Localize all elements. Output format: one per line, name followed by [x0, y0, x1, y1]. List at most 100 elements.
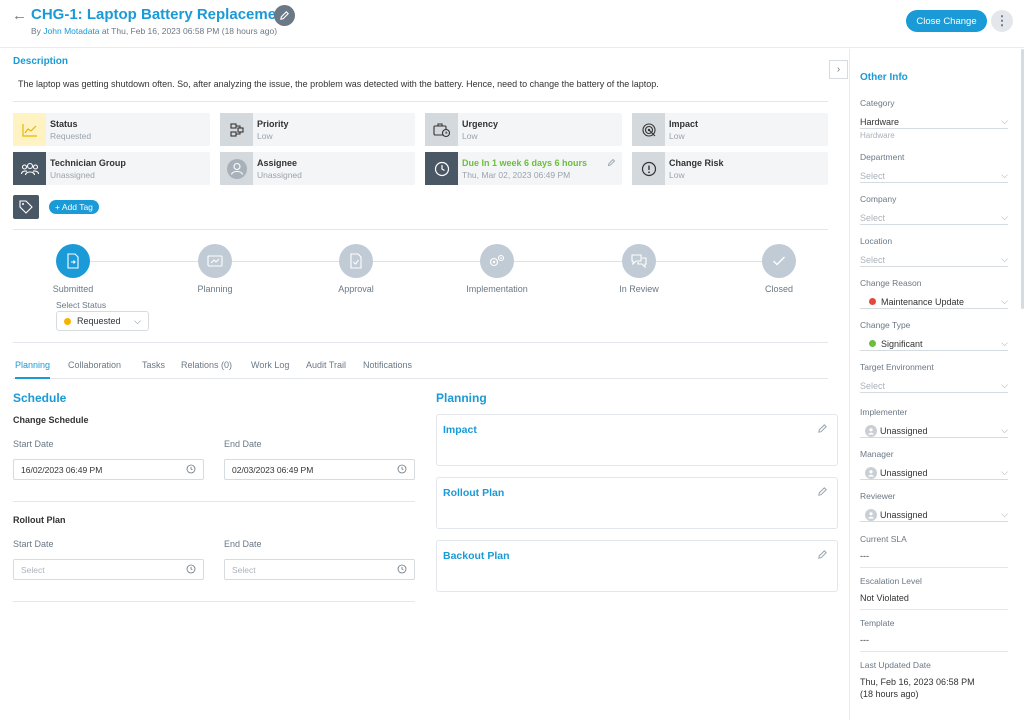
status-card[interactable]: Status Requested — [13, 113, 210, 146]
card-title: Priority — [257, 119, 289, 129]
page-title: CHG-1: Laptop Battery Replacement — [31, 6, 291, 23]
tab-bar: Planning Collaboration Tasks Relations (… — [13, 358, 828, 379]
reviewer-field[interactable]: Reviewer Unassigned ⌵ — [860, 491, 1008, 522]
edit-pencil-icon[interactable] — [817, 423, 828, 434]
card-title: Technician Group — [50, 158, 126, 168]
stage-label: Approval — [338, 284, 374, 294]
tab-planning[interactable]: Planning — [15, 360, 51, 379]
category-path: Hardware — [860, 131, 895, 140]
stage-in-review[interactable]: In Review — [589, 244, 689, 294]
change-start-date-input[interactable]: 16/02/2023 06:49 PM — [13, 459, 204, 480]
stage-closed[interactable]: Closed — [729, 244, 829, 294]
add-tag-button[interactable]: + Add Tag — [49, 200, 99, 214]
card-title: Assignee — [257, 158, 298, 168]
due-date-card[interactable]: Due In 1 week 6 days 6 hours Thu, Mar 02… — [425, 152, 622, 185]
back-arrow-icon[interactable]: ← — [12, 7, 27, 24]
change-reason-select[interactable]: Maintenance Update ⌵ — [860, 295, 1008, 309]
urgency-card[interactable]: Urgency Low — [425, 113, 622, 146]
group-users-icon — [13, 152, 46, 185]
field-label: Reviewer — [860, 491, 896, 501]
department-select[interactable]: Select ⌵ — [860, 169, 1008, 183]
stage-implementation[interactable]: Implementation — [447, 244, 547, 294]
tab-audit-trail[interactable]: Audit Trail — [306, 360, 346, 379]
stage-label: Closed — [764, 284, 793, 294]
change-schedule-heading: Change Schedule — [13, 415, 89, 425]
start-date-label: Start Date — [13, 439, 54, 449]
type-color-dot — [869, 340, 876, 347]
start-date-label: Start Date — [13, 539, 54, 549]
input-placeholder: Select — [21, 564, 45, 575]
stage-label: Implementation — [466, 284, 528, 294]
location-select[interactable]: Select ⌵ — [860, 253, 1008, 267]
edit-title-button[interactable] — [274, 5, 295, 26]
stage-approval[interactable]: Approval — [306, 244, 406, 294]
status-dot — [64, 317, 71, 325]
tab-notifications[interactable]: Notifications — [363, 360, 412, 379]
change-type-select[interactable]: Significant ⌵ — [860, 337, 1008, 351]
change-risk-card[interactable]: Change Risk Low — [632, 152, 828, 185]
implementer-field[interactable]: Implementer Unassigned ⌵ — [860, 407, 1008, 438]
implementer-select[interactable]: Unassigned ⌵ — [860, 424, 1008, 438]
field-placeholder: Select — [860, 254, 886, 265]
collapse-sidebar-button[interactable]: › — [829, 60, 848, 79]
rollout-start-date-input[interactable]: Select — [13, 559, 204, 580]
priority-icon — [220, 113, 253, 146]
stage-submitted[interactable]: Submitted — [23, 244, 123, 294]
other-info-title: Other Info — [860, 72, 908, 83]
checkmark-icon — [762, 244, 796, 278]
chevron-right-icon: › — [836, 64, 841, 75]
category-field[interactable]: Category Hardware ⌵ Hardware — [860, 98, 1008, 140]
edit-due-pencil-icon[interactable] — [607, 158, 616, 167]
reviewer-select[interactable]: Unassigned ⌵ — [860, 508, 1008, 522]
field-label: Template — [860, 618, 895, 628]
company-select[interactable]: Select ⌵ — [860, 211, 1008, 225]
field-label: Location — [860, 236, 893, 246]
field-label: Current SLA — [860, 534, 907, 544]
chevron-down-icon: ⌵ — [1001, 254, 1008, 264]
edit-pencil-icon[interactable] — [817, 549, 828, 560]
chevron-down-icon: ⌵ — [1001, 338, 1008, 348]
chevron-down-icon: ⌵ — [1001, 170, 1008, 180]
backout-plan-box: Backout Plan — [436, 540, 838, 592]
author-link[interactable]: John Motadata — [43, 26, 99, 36]
avatar-icon — [865, 424, 877, 437]
manager-select[interactable]: Unassigned ⌵ — [860, 466, 1008, 480]
change-type-field[interactable]: Change Type Significant ⌵ — [860, 320, 1008, 351]
tab-tasks[interactable]: Tasks — [142, 360, 165, 379]
clock-icon — [186, 464, 196, 474]
department-field[interactable]: Department Select ⌵ — [860, 152, 1008, 183]
impact-target-icon — [632, 113, 665, 146]
plan-title: Backout Plan — [443, 550, 510, 562]
close-change-button[interactable]: Close Change — [906, 10, 987, 32]
status-select[interactable]: Requested ⌵ — [56, 311, 149, 331]
manager-field[interactable]: Manager Unassigned ⌵ — [860, 449, 1008, 480]
assignee-card[interactable]: Assignee Unassigned — [220, 152, 415, 185]
more-options-button[interactable]: ⋮ — [991, 10, 1013, 32]
location-field[interactable]: Location Select ⌵ — [860, 236, 1008, 267]
technician-group-card[interactable]: Technician Group Unassigned — [13, 152, 210, 185]
field-placeholder: Select — [860, 170, 886, 181]
change-end-date-input[interactable]: 02/03/2023 06:49 PM — [224, 459, 415, 480]
edit-pencil-icon[interactable] — [817, 486, 828, 497]
priority-card[interactable]: Priority Low — [220, 113, 415, 146]
tab-collaboration[interactable]: Collaboration — [68, 360, 121, 379]
change-reason-field[interactable]: Change Reason Maintenance Update ⌵ — [860, 278, 1008, 309]
planning-ticket-icon — [198, 244, 232, 278]
target-environment-select[interactable]: Select ⌵ — [860, 379, 1008, 393]
submit-document-icon — [56, 244, 90, 278]
tab-work-log[interactable]: Work Log — [251, 360, 289, 379]
tab-relations[interactable]: Relations (0) — [181, 360, 232, 379]
category-select[interactable]: Hardware ⌵ — [860, 115, 1008, 129]
chevron-down-icon: ⌵ — [134, 316, 141, 326]
stage-planning[interactable]: Planning — [165, 244, 265, 294]
impact-card[interactable]: Impact Low — [632, 113, 828, 146]
target-environment-field[interactable]: Target Environment Select ⌵ — [860, 362, 1008, 393]
card-value: Low — [257, 131, 273, 141]
chevron-down-icon: ⌵ — [1001, 212, 1008, 222]
rollout-end-date-input[interactable]: Select — [224, 559, 415, 580]
chat-bubbles-icon — [622, 244, 656, 278]
input-value: 16/02/2023 06:49 PM — [21, 464, 103, 475]
schedule-heading: Schedule — [13, 391, 67, 405]
field-value: Significant — [881, 338, 923, 349]
company-field[interactable]: Company Select ⌵ — [860, 194, 1008, 225]
